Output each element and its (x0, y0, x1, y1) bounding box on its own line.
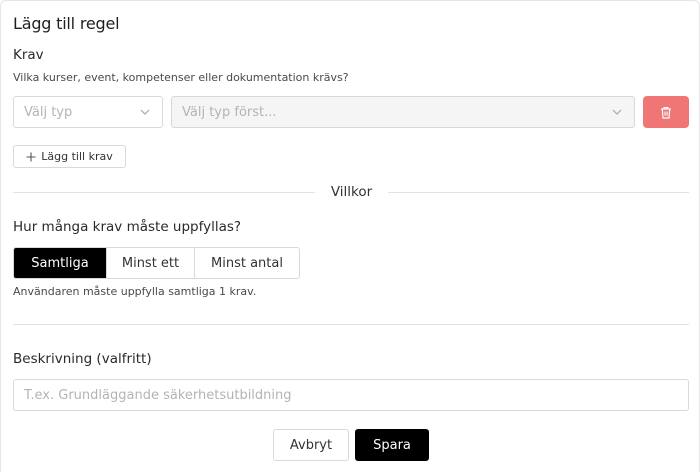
divider-left (13, 192, 315, 193)
fulfillment-mode-segmented: Samtliga Minst ett Minst antal (13, 247, 300, 279)
description-input[interactable] (13, 379, 689, 411)
cancel-button[interactable]: Avbryt (273, 429, 349, 461)
conditions-helper: Användaren måste uppfylla samtliga 1 kra… (13, 285, 257, 298)
chevron-down-icon (612, 109, 622, 115)
conditions-question: Hur många krav måste uppfyllas? (13, 219, 242, 235)
requirement-type-placeholder: Välj typ (24, 104, 73, 120)
chevron-down-icon (140, 109, 150, 115)
section-divider (13, 324, 689, 325)
option-minimum-count[interactable]: Minst antal (194, 248, 299, 278)
dialog-title: Lägg till regel (13, 14, 120, 33)
conditions-divider-label: Villkor (330, 184, 373, 200)
add-requirement-button[interactable]: Lägg till krav (13, 145, 126, 168)
delete-requirement-button[interactable] (643, 96, 689, 128)
add-rule-dialog: Lägg till regel Krav Vilka kurser, event… (0, 0, 700, 472)
divider-right (388, 192, 689, 193)
option-at-least-one[interactable]: Minst ett (106, 248, 194, 278)
requirements-helper: Vilka kurser, event, kompetenser eller d… (13, 71, 349, 84)
plus-icon (26, 152, 36, 161)
requirement-value-select[interactable]: Välj typ först... (171, 96, 635, 128)
option-all[interactable]: Samtliga (14, 248, 106, 278)
requirement-type-select[interactable]: Välj typ (13, 96, 163, 128)
description-label: Beskrivning (valfritt) (13, 351, 152, 367)
requirement-value-placeholder: Välj typ först... (182, 104, 277, 120)
save-button[interactable]: Spara (355, 429, 429, 461)
trash-icon (661, 106, 671, 119)
add-requirement-label: Lägg till krav (41, 150, 113, 163)
requirements-label: Krav (13, 47, 44, 63)
